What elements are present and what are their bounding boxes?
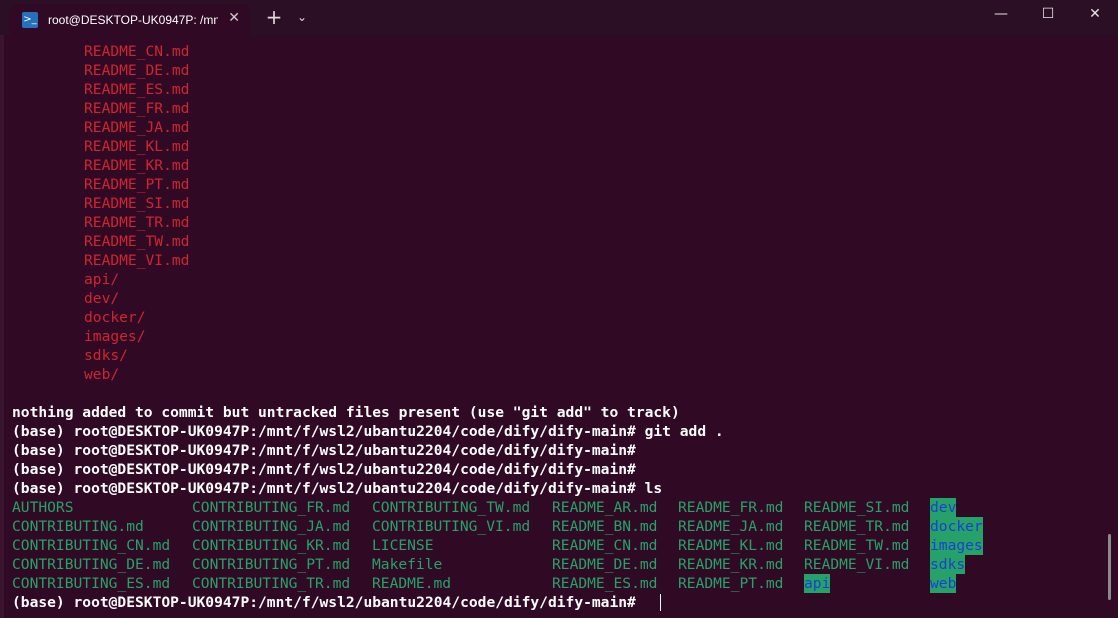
untracked-file: README_FR.md — [84, 100, 190, 117]
prompt-line: (base) root@DESKTOP-UK0947P:/mnt/f/wsl2/… — [12, 461, 636, 478]
minimize-button[interactable]: — — [978, 0, 1024, 30]
prompt-line: (base) root@DESKTOP-UK0947P:/mnt/f/wsl2/… — [12, 442, 636, 459]
ls-directory: sdks — [930, 555, 966, 574]
ls-file: README_BN.md — [552, 518, 658, 535]
ls-file: CONTRIBUTING_JA.md — [192, 518, 351, 535]
untracked-file: api/ — [84, 271, 120, 288]
ls-directory: dev — [930, 498, 957, 517]
ls-file: CONTRIBUTING_DE.md — [12, 556, 171, 573]
ls-directory: web — [930, 574, 957, 593]
ls-file: CONTRIBUTING_PT.md — [192, 556, 351, 573]
untracked-file: README_KR.md — [84, 157, 190, 174]
ls-file: README_JA.md — [678, 518, 784, 535]
untracked-file: sdks/ — [84, 347, 128, 364]
chevron-down-icon[interactable]: ⌄ — [292, 5, 312, 29]
untracked-file: README_PT.md — [84, 176, 190, 193]
text-cursor — [660, 594, 661, 611]
ls-file: AUTHORS — [12, 499, 74, 516]
untracked-file: README_KL.md — [84, 138, 190, 155]
untracked-file: README_JA.md — [84, 119, 190, 136]
ls-file: CONTRIBUTING_KR.md — [192, 537, 351, 554]
ls-file: README_KL.md — [678, 537, 784, 554]
ls-directory: docker — [930, 517, 983, 536]
untracked-file: README_VI.md — [84, 252, 190, 269]
untracked-file: images/ — [84, 328, 146, 345]
ls-file: README_PT.md — [678, 575, 784, 592]
terminal-output[interactable]: README_CN.md README_DE.md README_ES.md READ… — [0, 35, 1110, 618]
ls-file: CONTRIBUTING_TW.md — [372, 499, 531, 516]
prompt-line: (base) root@DESKTOP-UK0947P:/mnt/f/wsl2/… — [12, 423, 724, 440]
ls-file: README_ES.md — [552, 575, 658, 592]
untracked-file: README_TR.md — [84, 214, 190, 231]
git-status-message: nothing added to commit but untracked fi… — [12, 404, 680, 421]
untracked-file: README_ES.md — [84, 81, 190, 98]
untracked-file: web/ — [84, 366, 120, 383]
untracked-file: README_DE.md — [84, 62, 190, 79]
ls-file: README_SI.md — [804, 499, 910, 516]
untracked-file: README_SI.md — [84, 195, 190, 212]
ls-file: README_FR.md — [678, 499, 784, 516]
untracked-file: dev/ — [84, 290, 120, 307]
ls-file: CONTRIBUTING.md — [12, 518, 144, 535]
ls-file: README_DE.md — [552, 556, 658, 573]
prompt-line: (base) root@DESKTOP-UK0947P:/mnt/f/wsl2/… — [12, 480, 663, 497]
ls-file: README_AR.md — [552, 499, 658, 516]
ls-file: CONTRIBUTING_CN.md — [12, 537, 171, 554]
maximize-button[interactable]: ☐ — [1025, 0, 1071, 30]
title-bar: >_ root@DESKTOP-UK0947P: /mnt ✕ + ⌄ — ☐ … — [0, 0, 1118, 35]
tab-title: root@DESKTOP-UK0947P: /mnt — [48, 12, 218, 27]
powershell-icon: >_ — [22, 11, 38, 28]
ls-file: Makefile — [372, 556, 443, 573]
ls-file: CONTRIBUTING_FR.md — [192, 499, 351, 516]
ls-directory: images — [930, 536, 983, 555]
untracked-file: README_TW.md — [84, 233, 190, 250]
ls-file: README.md — [372, 575, 452, 592]
ls-file: README_CN.md — [552, 537, 658, 554]
ls-file: CONTRIBUTING_VI.md — [372, 518, 531, 535]
close-window-button[interactable]: ✕ — [1072, 0, 1118, 30]
ls-file: CONTRIBUTING_TR.md — [192, 575, 351, 592]
ls-file: README_KR.md — [678, 556, 784, 573]
ls-file: README_VI.md — [804, 556, 910, 573]
scrollbar[interactable] — [1108, 534, 1111, 600]
ls-file: LICENSE — [372, 537, 434, 554]
terminal-tab[interactable]: >_ root@DESKTOP-UK0947P: /mnt ✕ — [10, 4, 250, 35]
ls-file: README_TW.md — [804, 537, 910, 554]
ls-directory: api — [804, 574, 831, 593]
ls-file: CONTRIBUTING_ES.md — [12, 575, 171, 592]
close-tab-icon[interactable]: ✕ — [228, 10, 240, 26]
new-tab-button[interactable]: + — [262, 5, 286, 29]
untracked-file: docker/ — [84, 309, 146, 326]
untracked-file: README_CN.md — [84, 43, 190, 60]
ls-file: README_TR.md — [804, 518, 910, 535]
prompt-line: (base) root@DESKTOP-UK0947P:/mnt/f/wsl2/… — [12, 594, 636, 611]
